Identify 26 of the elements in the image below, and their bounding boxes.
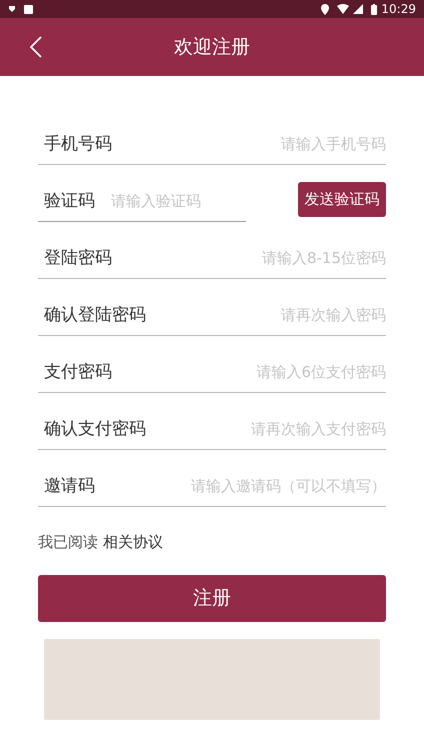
field-label: 支付密码 [44, 360, 112, 384]
input-field[interactable]: 请输入6位支付密码 [120, 361, 386, 384]
field-label: 登陆密码 [44, 246, 112, 270]
page-title: 欢迎注册 [174, 34, 250, 60]
image-icon [24, 4, 33, 14]
register-button[interactable]: 注册 [38, 575, 386, 622]
input-field[interactable]: 请再次输入密码 [154, 304, 386, 327]
shield-icon [8, 5, 16, 13]
input-field[interactable]: 请输入验证码 [111, 190, 221, 213]
signal-icon [353, 4, 364, 14]
field-label: 邀请码 [44, 474, 95, 498]
input-field[interactable]: 请输入8-15位密码 [120, 247, 386, 270]
agreement-text: 我已阅读 [38, 532, 98, 553]
field-label: 确认支付密码 [44, 418, 146, 441]
wifi-icon [337, 4, 350, 14]
field-label: 确认登陆密码 [44, 304, 146, 327]
location-icon [321, 4, 330, 14]
field-label: 手机号码 [44, 132, 112, 156]
send-code-button[interactable]: 发送验证码 [298, 182, 386, 217]
input-field[interactable]: 请输入手机号码 [120, 133, 386, 156]
status-time: 10:29 [381, 3, 416, 15]
input-field[interactable]: 请再次输入支付密码 [154, 418, 386, 441]
field-label: 验证码 [44, 190, 95, 213]
agreement-link[interactable]: 相关协议 [103, 530, 163, 554]
battery-icon [371, 4, 378, 14]
input-field[interactable]: 请输入邀请码（可以不填写） [103, 475, 386, 498]
